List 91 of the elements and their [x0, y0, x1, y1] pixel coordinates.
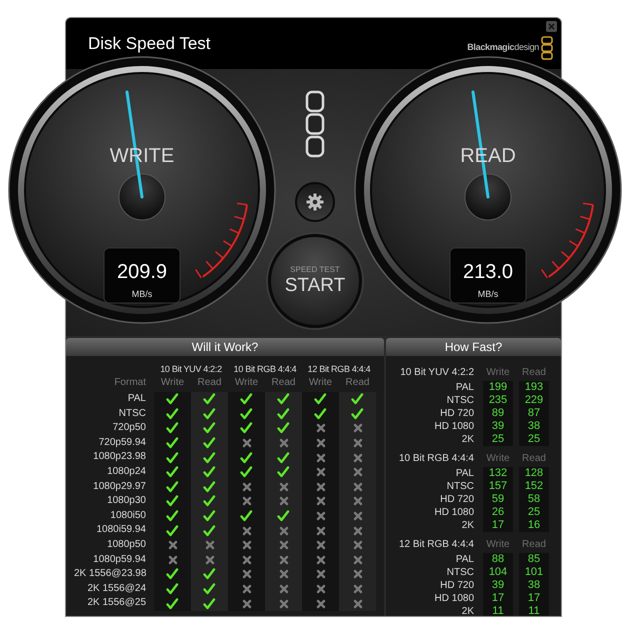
format-label: 1080p30	[106, 494, 147, 508]
speed-value: 39	[492, 579, 504, 592]
column-heading: Read	[521, 538, 547, 552]
speed-value: 25	[528, 506, 540, 519]
speed-value: 17	[528, 592, 540, 605]
speed-value: 157	[488, 480, 508, 493]
column-heading: Write	[485, 538, 511, 552]
format-label: HD 1080	[434, 420, 475, 433]
speed-value: 152	[524, 480, 544, 493]
speed-value: 101	[524, 566, 544, 579]
speed-value: 209.9	[116, 261, 168, 283]
group-heading: 10 Bit YUV 4:2:2	[159, 363, 223, 376]
format-label: 1080p24	[106, 464, 147, 479]
format-label: 2K	[460, 605, 475, 616]
speed-value: 229	[524, 394, 544, 407]
format-label: PAL	[454, 553, 475, 566]
column-heading: Read	[521, 366, 547, 380]
format-label: 1080p29.97	[92, 480, 147, 494]
speed-value: 38	[528, 420, 540, 433]
format-label: 2K 1556@24	[86, 582, 147, 596]
speed-value: 11	[528, 605, 540, 616]
column-heading: Read	[521, 452, 547, 466]
format-label: HD 1080	[434, 506, 475, 519]
format-label: 1080i50	[109, 508, 147, 523]
speed-value: 193	[524, 381, 544, 394]
group-heading: 10 Bit RGB 4:4:4	[232, 363, 298, 376]
format-label: 720p59.94	[98, 436, 147, 450]
logo-icon	[305, 90, 325, 158]
speed-value: 39	[492, 420, 504, 433]
unit-label: MB/s	[132, 289, 152, 299]
speed-value: 88	[492, 553, 504, 566]
speed-value: 17	[492, 592, 504, 605]
settings-icon	[306, 193, 324, 211]
speed-value: 38	[528, 579, 540, 592]
section-heading: 10 Bit YUV 4:2:2	[399, 366, 475, 380]
column-heading: Read	[270, 376, 296, 390]
column-heading: Format	[113, 376, 147, 390]
format-label: 2K 1556@23.98	[74, 567, 148, 582]
close-icon	[548, 23, 555, 30]
column-heading: Write	[308, 376, 334, 390]
format-label: HD 720	[439, 407, 475, 420]
speed-value: 213.0	[462, 261, 514, 283]
format-label: HD 1080	[434, 592, 475, 605]
speed-value: 87	[528, 407, 540, 420]
format-label: 2K	[460, 433, 475, 446]
column-heading: Read	[196, 376, 222, 390]
panel-header: How Fast?	[386, 338, 561, 356]
speed-value: 26	[492, 506, 504, 519]
speed-value: 25	[528, 433, 540, 446]
format-label: 720p50	[112, 421, 147, 436]
format-label: PAL	[454, 381, 475, 394]
format-label: NTSC	[118, 406, 147, 421]
speed-value: 25	[492, 433, 504, 446]
speed-value: 132	[488, 467, 508, 480]
format-label: 1080p50	[106, 538, 147, 552]
format-label: 1080p23.98	[92, 450, 147, 464]
panel-header: Will it Work?	[66, 338, 384, 356]
format-label: HD 720	[439, 493, 475, 506]
speed-value: 11	[492, 605, 504, 616]
format-label: HD 720	[439, 579, 475, 592]
speed-value: 128	[524, 467, 544, 480]
column-heading: Write	[485, 366, 511, 380]
format-label: 1080p59.94	[92, 552, 147, 567]
speed-value: 16	[528, 519, 540, 532]
brand-name: Blackmagicdesign	[467, 40, 539, 54]
format-label: NTSC	[446, 480, 475, 493]
speed-value: 235	[488, 394, 508, 407]
column-heading: Write	[485, 452, 511, 466]
section-heading: 10 Bit RGB 4:4:4	[398, 452, 475, 466]
format-label: NTSC	[446, 566, 475, 579]
window-title: Disk Speed Test	[88, 32, 211, 55]
logo-icon	[541, 36, 553, 60]
speed-value: 85	[528, 553, 540, 566]
format-label: NTSC	[446, 394, 475, 407]
speed-value: 58	[528, 493, 540, 506]
speed-value: 17	[492, 519, 504, 532]
speed-value: 89	[492, 407, 504, 420]
column-heading: Write	[160, 376, 186, 390]
format-label: PAL	[126, 392, 147, 406]
speed-value: 199	[488, 381, 508, 394]
format-label: PAL	[454, 467, 475, 480]
group-heading: 12 Bit RGB 4:4:4	[306, 363, 372, 376]
format-label: 2K	[460, 519, 475, 532]
section-heading: 12 Bit RGB 4:4:4	[398, 538, 475, 552]
column-heading: Read	[344, 376, 370, 390]
speed-value: 104	[488, 566, 508, 579]
unit-label: MB/s	[478, 289, 498, 299]
speed-value: 59	[492, 493, 504, 506]
format-label: 2K 1556@25	[86, 596, 147, 610]
column-heading: Write	[234, 376, 260, 390]
format-label: 1080i59.94	[96, 523, 147, 538]
